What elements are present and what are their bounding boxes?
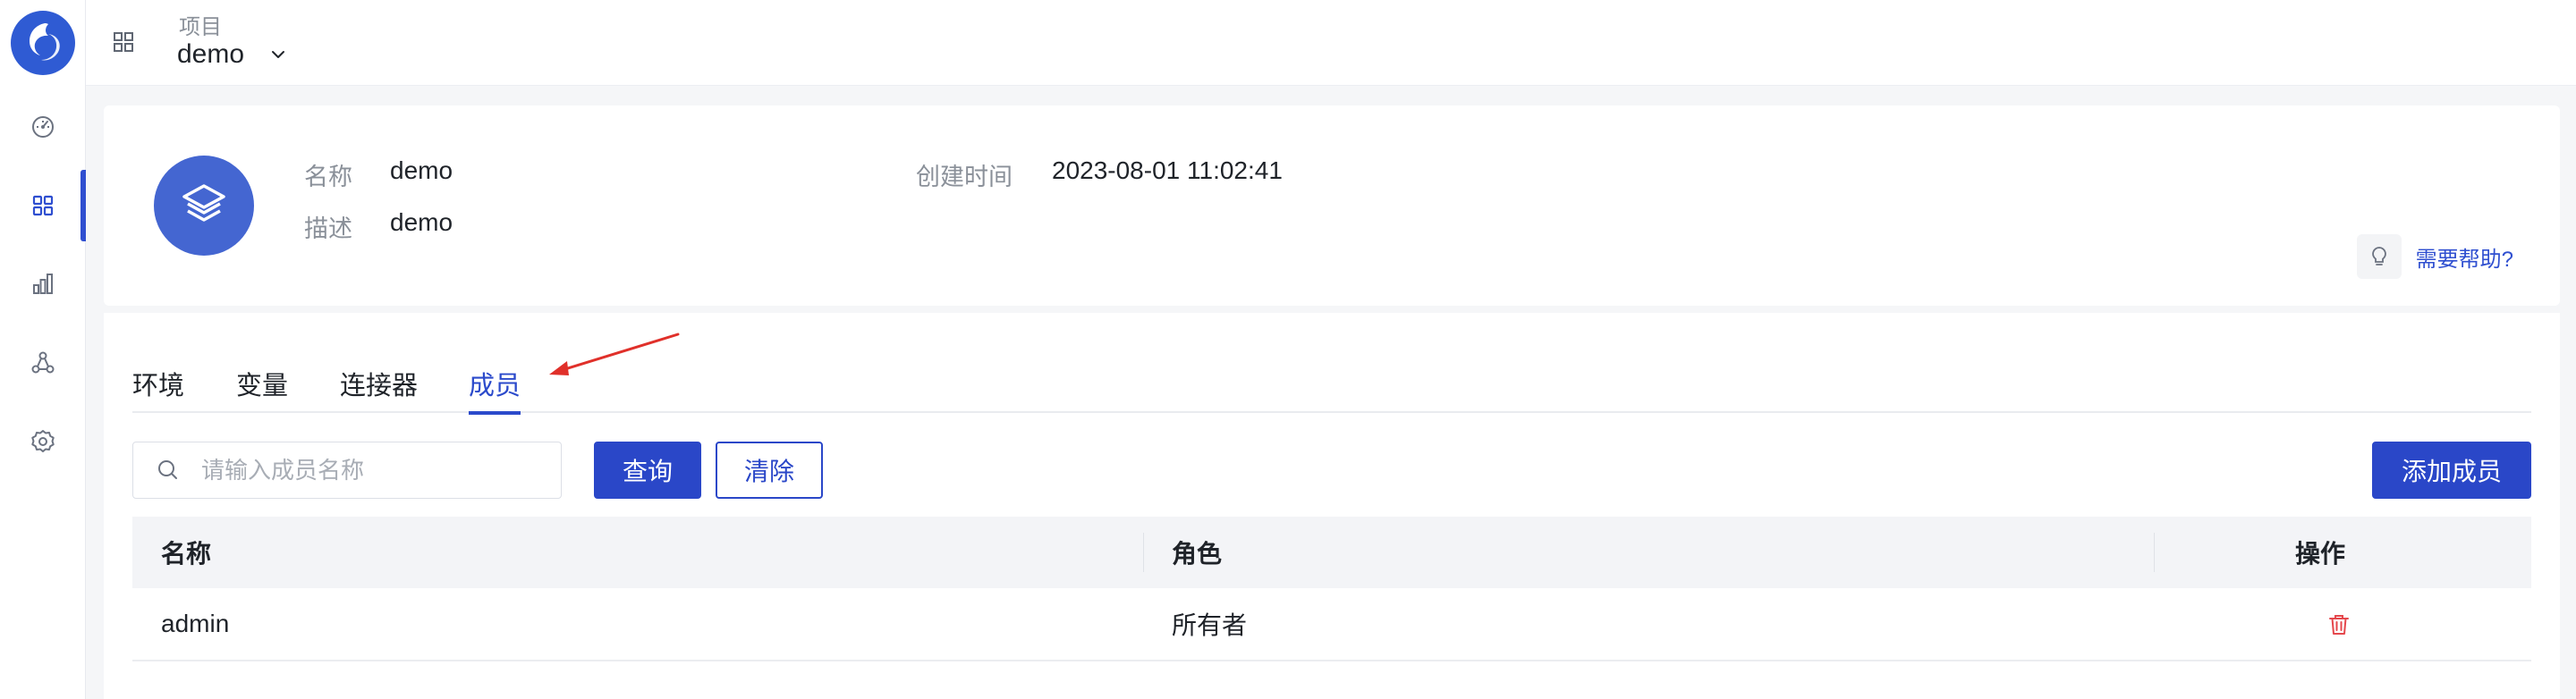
bar-chart-icon (33, 274, 53, 294)
project-selector-value: demo (177, 39, 245, 69)
sidebar (0, 0, 86, 699)
clear-button[interactable]: 清除 (716, 442, 823, 499)
lightbulb-icon (2371, 247, 2386, 265)
column-divider (1143, 533, 1144, 572)
members-table: 名称 角色 操作 admin 所有者 (132, 517, 2531, 661)
name-label: 名称 (304, 164, 352, 190)
tab-environments[interactable]: 环境 (132, 363, 184, 413)
sidebar-item-stats[interactable] (0, 248, 86, 320)
apps-grid-icon (32, 195, 54, 216)
layers-icon (182, 184, 225, 222)
header-name: 名称 (161, 540, 212, 568)
logo-swirl-icon (30, 23, 60, 61)
project-selector[interactable]: demo (177, 39, 289, 70)
query-button[interactable]: 查询 (594, 442, 701, 499)
tab-bar: 环境 变量 连接器 成员 (132, 363, 2531, 415)
column-divider (2154, 533, 2155, 572)
tab-variables[interactable]: 变量 (236, 363, 288, 413)
description-value: demo (390, 208, 453, 236)
member-name: admin (161, 610, 230, 637)
help-text: 需要帮助? (2415, 247, 2513, 272)
created-time-value: 2023-08-01 11:02:41 (1052, 156, 1283, 184)
project-info-card: 名称 demo 描述 demo 创建时间 2023-08-01 11:02:41… (104, 105, 2560, 306)
member-search-box (132, 442, 562, 499)
created-time-label: 创建时间 (916, 164, 1013, 190)
description-label: 描述 (304, 215, 352, 242)
app-logo[interactable] (11, 11, 75, 75)
settings-icon (31, 430, 55, 452)
project-label: 项目 (179, 15, 222, 39)
table-row: admin 所有者 (132, 588, 2531, 661)
sidebar-item-connectors[interactable] (0, 327, 86, 399)
search-icon (158, 460, 177, 479)
member-role: 所有者 (1172, 611, 1248, 639)
app-switcher-icon[interactable] (111, 29, 136, 55)
members-panel: 环境 变量 连接器 成员 查询 清除 添加成员 名称 角色 操作 admin 所… (104, 313, 2560, 699)
tab-connectors[interactable]: 连接器 (340, 363, 418, 413)
sidebar-item-dashboard[interactable] (0, 91, 86, 163)
add-member-button[interactable]: 添加成员 (2372, 442, 2531, 499)
member-search-input[interactable] (201, 456, 541, 484)
header-role: 角色 (1172, 540, 1223, 568)
top-bar: 项目 demo (86, 0, 2576, 86)
name-value: demo (390, 156, 453, 184)
delete-icon[interactable] (2326, 611, 2352, 638)
sidebar-item-settings[interactable] (0, 406, 86, 477)
header-actions: 操作 (2295, 540, 2346, 568)
nodes-icon (31, 351, 55, 374)
project-avatar (154, 156, 254, 256)
chevron-down-icon (272, 51, 285, 58)
tab-members[interactable]: 成员 (469, 363, 521, 415)
table-header: 名称 角色 操作 (132, 517, 2531, 588)
sidebar-item-projects[interactable] (0, 170, 86, 241)
help-link[interactable]: 需要帮助? (2356, 234, 2513, 279)
help-icon-box (2356, 234, 2402, 279)
dashboard-icon (32, 116, 54, 138)
